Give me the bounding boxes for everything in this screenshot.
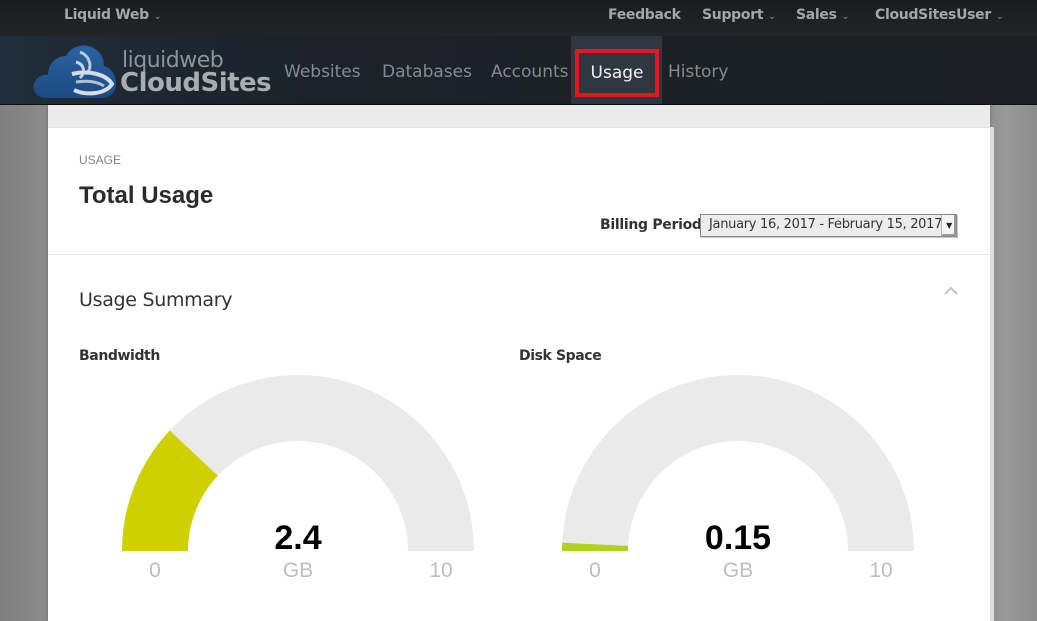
sales-menu-label: Sales [796,7,837,23]
user-menu-label: CloudSitesUser [875,7,991,23]
billing-period-select[interactable]: January 16, 2017 - February 15, 2017 ▼ [700,214,957,237]
nav-databases[interactable]: Databases [382,36,472,104]
usage-panel: USAGE Total Usage Billing Period: Januar… [48,105,994,621]
user-menu[interactable]: CloudSitesUser ⌄ [875,7,1004,23]
divider [48,254,990,255]
bandwidth-gauge: 2.4 GB 0 10 [122,375,474,582]
chevron-down-icon: ⌄ [153,12,162,22]
page-title: Total Usage [79,182,214,209]
chevron-down-icon: ⌄ [841,12,850,22]
main-navigation: liquidweb CloudSites Websites Databases … [0,36,1037,105]
logo-text-cloudsites: CloudSites [120,68,272,98]
utility-bar: Liquid Web ⌄ Feedback Support ⌄ Sales ⌄ Clo… [0,0,1037,36]
support-menu-label: Support [702,7,764,23]
billing-period-value: January 16, 2017 - February 15, 2017 [709,217,943,232]
nav-accounts[interactable]: Accounts [491,36,569,104]
billing-period-label: Billing Period: [600,217,707,233]
breadcrumb: USAGE [79,153,122,167]
nav-usage[interactable]: Usage [571,36,662,104]
feedback-link[interactable]: Feedback [608,7,681,23]
nav-usage-label: Usage [590,63,644,83]
nav-history[interactable]: History [668,36,728,104]
panel-edge [990,127,994,621]
nav-websites[interactable]: Websites [284,36,361,104]
gauge-value: 2.4 [274,519,321,557]
cloud-logo-icon [33,45,116,98]
usage-summary-title: Usage Summary [79,289,233,311]
support-menu[interactable]: Support ⌄ [702,7,776,23]
chevron-down-icon: ⌄ [768,12,776,22]
gauge-max-label: 10 [869,559,892,582]
gauge-unit: GB [283,559,313,582]
gauge-min-label: 0 [149,559,161,582]
cloudsites-logo[interactable]: liquidweb CloudSites [32,42,272,100]
nav-usage-highlight: Usage [575,49,659,97]
sales-menu[interactable]: Sales ⌄ [796,7,849,23]
panel-header-strip [48,105,990,128]
chevron-down-icon: ⌄ [995,12,1004,22]
dropdown-arrow-icon[interactable]: ▼ [941,215,956,236]
liquid-web-menu[interactable]: Liquid Web ⌄ [64,7,161,23]
disk-space-gauge: 0.15 GB 0 10 [562,375,914,582]
gauge-max-label: 10 [429,559,452,582]
gauge-min-label: 0 [589,559,601,582]
gauge-unit: GB [723,559,753,582]
gauge-value: 0.15 [705,519,771,557]
chevron-up-icon[interactable] [941,281,961,301]
liquid-web-menu-label: Liquid Web [64,7,149,23]
